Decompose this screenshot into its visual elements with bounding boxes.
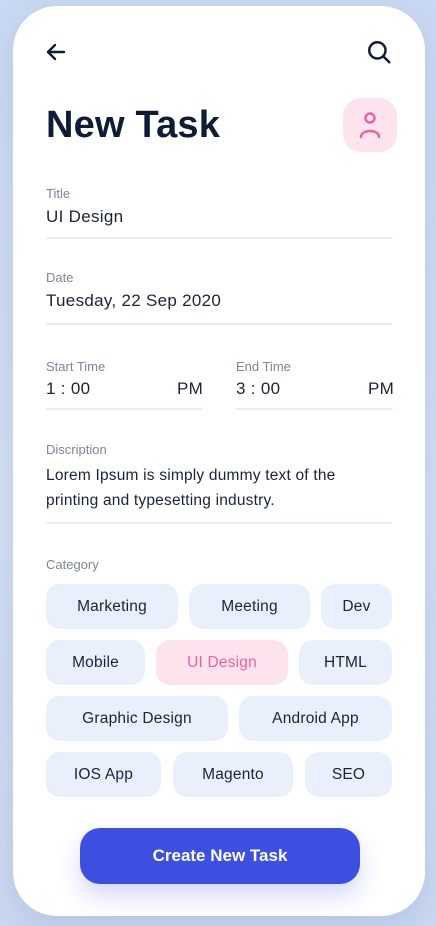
title-field-label: Title bbox=[46, 186, 71, 201]
category-chip-seo[interactable]: SEO bbox=[305, 752, 392, 797]
category-chip-mobile[interactable]: Mobile bbox=[46, 640, 145, 685]
person-icon bbox=[359, 112, 381, 139]
description-label: Discription bbox=[46, 442, 107, 457]
arrow-left-icon bbox=[46, 43, 66, 61]
new-task-card: New Task Title UI Design Date Tuesday, 2… bbox=[13, 6, 425, 916]
create-task-button[interactable]: Create New Task bbox=[80, 828, 360, 884]
end-time-underline bbox=[236, 408, 393, 410]
avatar-button[interactable] bbox=[343, 98, 397, 152]
description-line: Lorem Ipsum is simply dummy text of the bbox=[46, 467, 336, 484]
search-button[interactable] bbox=[363, 36, 395, 68]
end-time-field[interactable]: 3 : 00 bbox=[236, 379, 280, 399]
title-field[interactable]: UI Design bbox=[46, 207, 123, 227]
end-time-period[interactable]: PM bbox=[368, 379, 394, 399]
category-chip-magento[interactable]: Magento bbox=[173, 752, 293, 797]
search-icon bbox=[368, 41, 391, 64]
description-underline bbox=[46, 522, 392, 524]
start-time-field[interactable]: 1 : 00 bbox=[46, 379, 90, 399]
category-chip-dev[interactable]: Dev bbox=[321, 584, 392, 629]
start-time-period[interactable]: PM bbox=[177, 379, 203, 399]
category-label: Category bbox=[46, 557, 99, 572]
page-title: New Task bbox=[46, 104, 221, 146]
category-chip-html[interactable]: HTML bbox=[299, 640, 392, 685]
description-line: printing and typesetting industry. bbox=[46, 492, 275, 509]
category-chip-graphic-design[interactable]: Graphic Design bbox=[46, 696, 228, 741]
category-chip-ui-design[interactable]: UI Design bbox=[156, 640, 288, 685]
end-time-label: End Time bbox=[236, 359, 291, 374]
category-chip-android-app[interactable]: Android App bbox=[239, 696, 392, 741]
back-button[interactable] bbox=[40, 36, 72, 68]
description-field[interactable]: Lorem Ipsum is simply dummy text of the … bbox=[46, 463, 392, 513]
start-time-underline bbox=[46, 408, 203, 410]
start-time-label: Start Time bbox=[46, 359, 106, 374]
category-chip-meeting[interactable]: Meeting bbox=[189, 584, 310, 629]
date-field-underline bbox=[46, 323, 392, 325]
title-field-underline bbox=[46, 237, 392, 239]
date-field[interactable]: Tuesday, 22 Sep 2020 bbox=[46, 291, 221, 311]
category-chip-marketing[interactable]: Marketing bbox=[46, 584, 178, 629]
category-chip-ios-app[interactable]: IOS App bbox=[46, 752, 161, 797]
date-field-label: Date bbox=[46, 270, 74, 285]
